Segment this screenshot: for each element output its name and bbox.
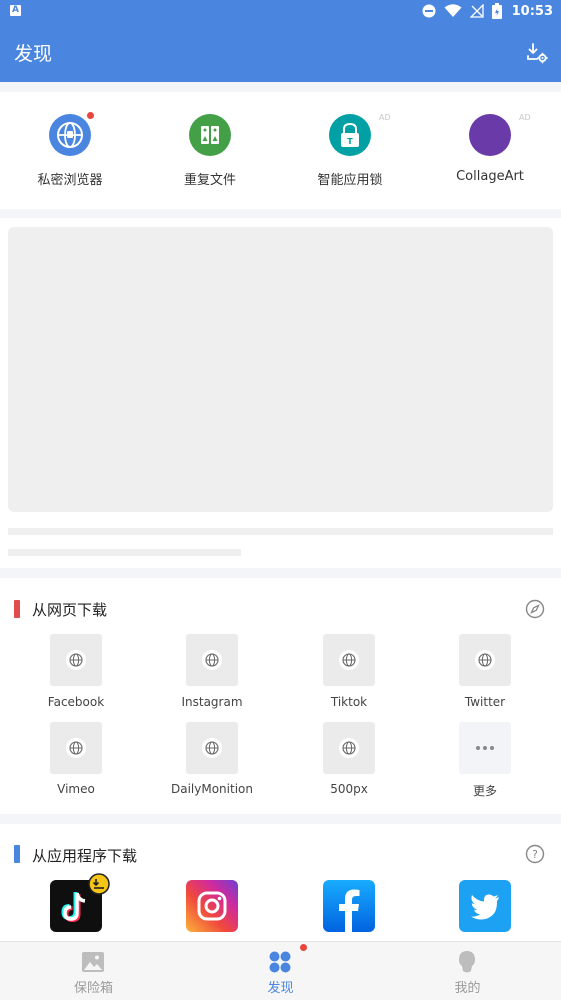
globe-icon bbox=[202, 738, 222, 758]
section-accent-bar bbox=[14, 845, 20, 863]
site-tile bbox=[50, 634, 102, 686]
tool-label: 私密浏览器 bbox=[37, 173, 103, 188]
duplicate-files-icon bbox=[189, 114, 231, 156]
app-lock-icon: T bbox=[329, 114, 371, 156]
do-not-disturb-icon bbox=[422, 4, 436, 18]
tool-label: 智能应用锁 bbox=[317, 173, 383, 188]
status-time: 10:53 bbox=[511, 3, 553, 19]
web-download-card: 从网页下载 Facebook Instagram Tiktok Twitter … bbox=[0, 578, 561, 814]
site-tile bbox=[323, 722, 375, 774]
nav-tab-discover[interactable]: 发现 bbox=[187, 942, 374, 1000]
text-placeholder bbox=[8, 549, 241, 556]
svg-text:?: ? bbox=[532, 848, 538, 861]
profile-icon bbox=[459, 951, 475, 973]
site-label: Vimeo bbox=[57, 782, 95, 796]
section-title: 从应用程序下载 bbox=[32, 847, 138, 865]
vault-image-icon bbox=[82, 952, 104, 972]
compass-icon[interactable] bbox=[525, 599, 545, 619]
badge-dot bbox=[300, 944, 307, 951]
site-tile bbox=[50, 722, 102, 774]
twitter-app-icon[interactable] bbox=[459, 880, 511, 932]
download-settings-icon[interactable] bbox=[525, 41, 549, 65]
battery-icon bbox=[491, 3, 502, 19]
wifi-icon bbox=[444, 4, 462, 17]
no-signal-icon bbox=[469, 4, 484, 18]
facebook-app-icon[interactable] bbox=[323, 880, 375, 932]
more-dots-icon bbox=[476, 746, 494, 750]
ad-label: AD bbox=[519, 113, 531, 122]
nav-tab-profile[interactable]: 我的 bbox=[374, 942, 561, 1000]
nav-label: 保险箱 bbox=[73, 981, 113, 996]
site-tile bbox=[323, 634, 375, 686]
nav-tab-vault[interactable]: 保险箱 bbox=[0, 942, 187, 1000]
ad-label: AD bbox=[379, 113, 391, 122]
section-title: 从网页下载 bbox=[32, 601, 108, 619]
site-label: Instagram bbox=[181, 695, 243, 709]
badge-dot bbox=[87, 112, 94, 119]
banner-card bbox=[0, 218, 561, 568]
site-label: 更多 bbox=[472, 784, 497, 798]
site-tile bbox=[186, 722, 238, 774]
site-label: DailyMonition bbox=[171, 782, 253, 796]
instagram-app-icon[interactable] bbox=[186, 880, 238, 932]
site-tile bbox=[186, 634, 238, 686]
site-label: 500px bbox=[330, 782, 368, 796]
svg-text:T: T bbox=[347, 137, 353, 146]
text-placeholder bbox=[8, 528, 553, 535]
globe-icon bbox=[475, 650, 495, 670]
globe-icon bbox=[66, 650, 86, 670]
globe-icon bbox=[339, 650, 359, 670]
status-bar: A 10:53 bbox=[0, 0, 561, 22]
private-browser-icon bbox=[49, 114, 91, 156]
site-tile bbox=[459, 634, 511, 686]
app-download-card: 从应用程序下载 ? bbox=[0, 824, 561, 942]
status-icons: 10:53 bbox=[422, 2, 553, 20]
tool-label: CollageArt bbox=[456, 169, 524, 184]
globe-icon bbox=[66, 738, 86, 758]
site-label: Twitter bbox=[464, 695, 506, 709]
page-title: 发现 bbox=[14, 43, 53, 65]
globe-icon bbox=[339, 738, 359, 758]
nav-label: 我的 bbox=[454, 981, 481, 996]
download-badge-icon bbox=[88, 873, 110, 895]
tool-label: 重复文件 bbox=[183, 173, 236, 188]
discover-icon bbox=[269, 951, 291, 973]
help-circle-icon[interactable]: ? bbox=[525, 844, 545, 864]
app-bar: 发现 bbox=[0, 22, 561, 82]
nav-label: 发现 bbox=[267, 981, 294, 996]
site-tile bbox=[459, 722, 511, 774]
notification-a-icon: A bbox=[10, 5, 21, 16]
collageart-icon bbox=[469, 114, 511, 156]
globe-icon bbox=[202, 650, 222, 670]
site-label: Tiktok bbox=[330, 695, 368, 709]
banner-placeholder[interactable] bbox=[8, 227, 553, 512]
site-label: Facebook bbox=[47, 695, 105, 709]
section-accent-bar bbox=[14, 600, 20, 618]
bottom-nav: 保险箱 发现 我的 bbox=[0, 941, 561, 1000]
tools-card: 私密浏览器 重复文件 T AD 智能应用锁 AD CollageArt bbox=[0, 92, 561, 209]
